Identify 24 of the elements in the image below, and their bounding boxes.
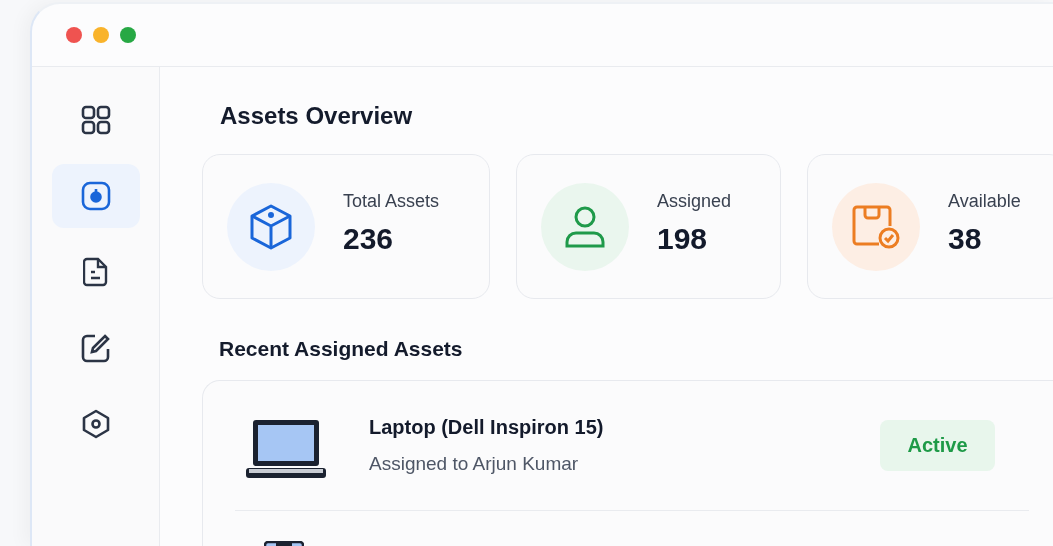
stat-value: 38: [948, 222, 983, 256]
stat-value: 198: [657, 222, 709, 256]
box-check-icon: [851, 203, 901, 250]
stat-value: 236: [343, 222, 395, 256]
stat-label: Total Assets: [343, 191, 440, 212]
close-dot[interactable]: [66, 27, 82, 43]
person-icon: [564, 204, 606, 249]
cube-icon: [248, 202, 294, 251]
stat-label: Assigned: [657, 191, 732, 212]
laptop-icon: [245, 417, 327, 480]
grid-icon: [80, 105, 111, 135]
asset-icon: [80, 181, 111, 211]
edit-icon: [80, 333, 111, 363]
maximize-dot[interactable]: [120, 27, 136, 43]
assignee-text: Assigned to Arjun Kumar: [369, 453, 580, 475]
settings-icon: [80, 409, 111, 439]
document-icon: [82, 257, 109, 287]
page-title: Assets Overview: [220, 102, 414, 130]
sidebar-item[interactable]: [51, 164, 140, 228]
asset-name: Laptop (Dell Inspiron 15): [369, 416, 605, 439]
section-title: Recent Assigned Assets: [219, 337, 464, 361]
status-badge: Active: [880, 420, 995, 471]
stat-label: Available: [948, 191, 1021, 212]
minimize-dot[interactable]: [93, 27, 109, 43]
